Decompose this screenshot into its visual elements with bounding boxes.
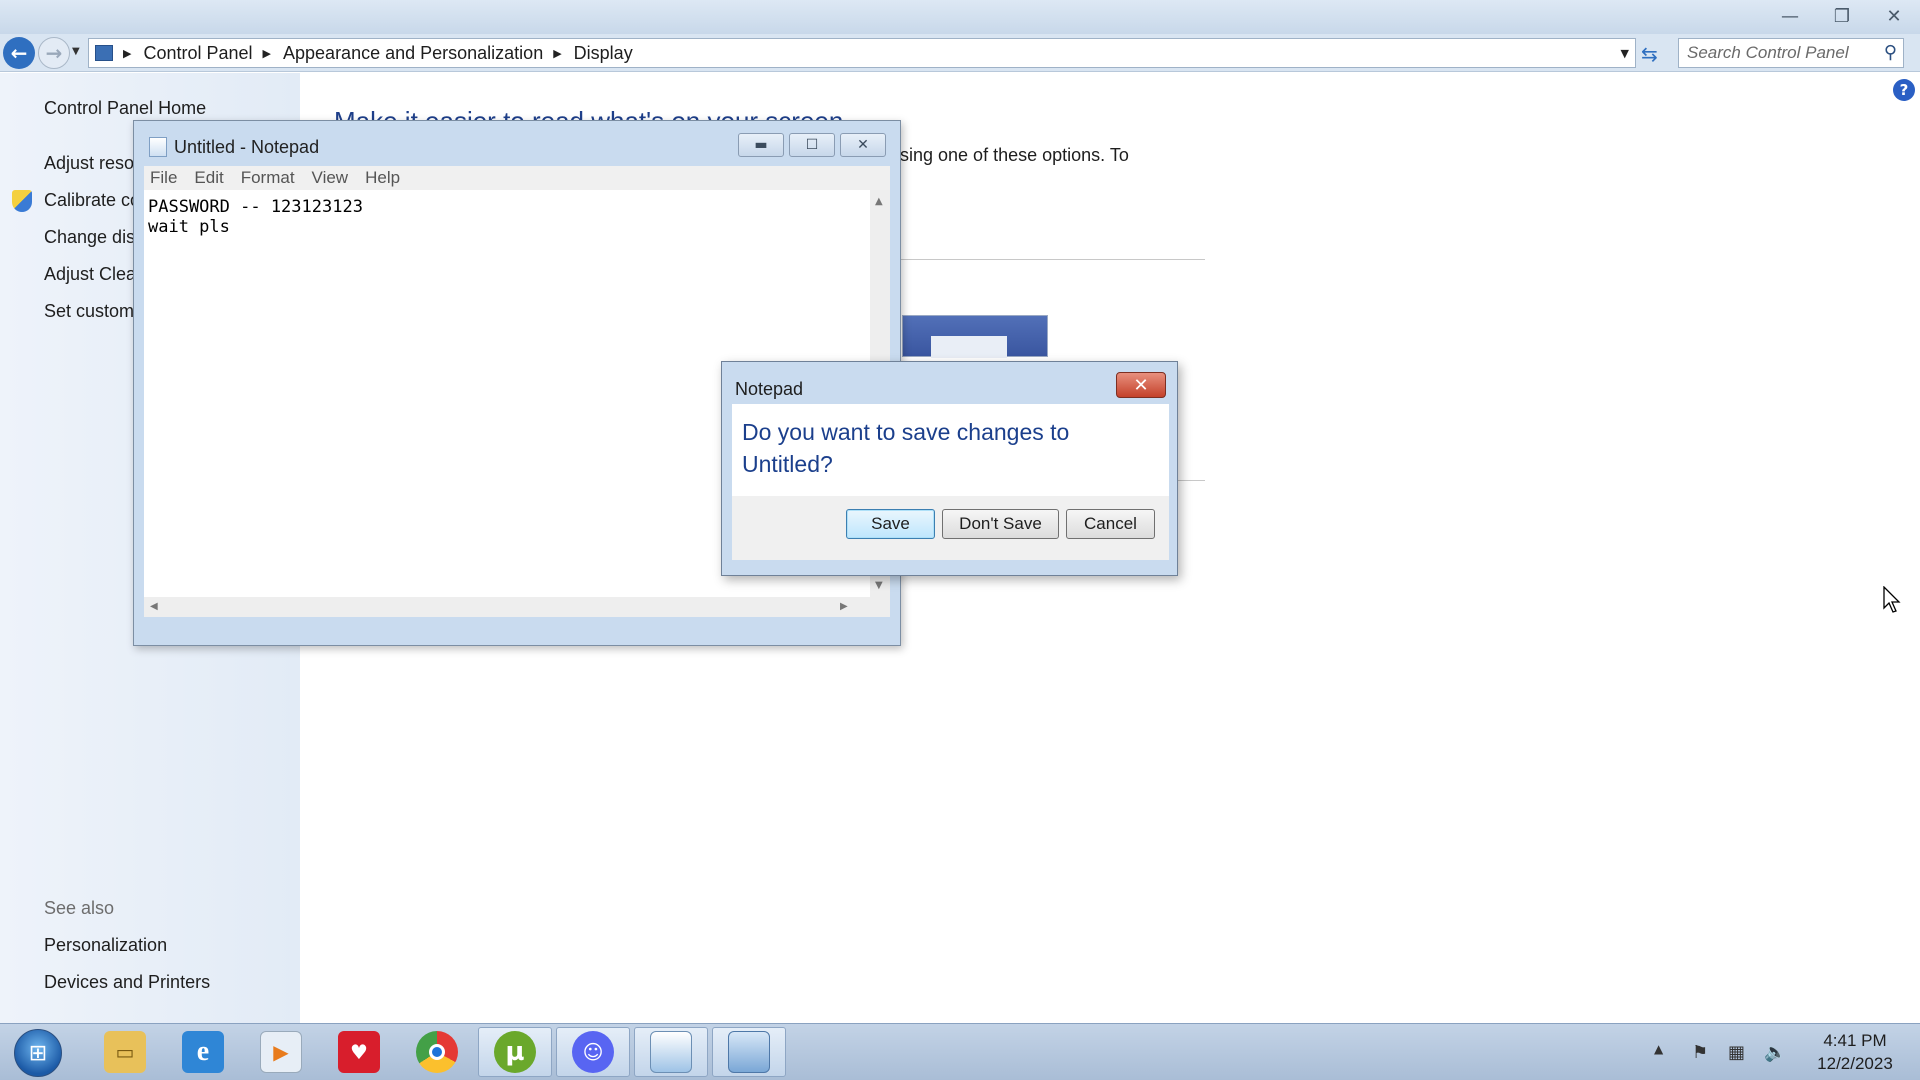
display-preview-image bbox=[902, 315, 1048, 358]
scroll-right-icon[interactable]: ▶ bbox=[840, 601, 848, 612]
save-button[interactable]: Save bbox=[846, 509, 935, 539]
taskbar-media-player[interactable]: ▶ bbox=[244, 1027, 318, 1077]
control-panel-icon bbox=[728, 1031, 770, 1073]
save-changes-dialog: Notepad ✕ Do you want to save changes to… bbox=[721, 361, 1178, 576]
taskbar-browser[interactable] bbox=[400, 1027, 474, 1077]
menu-format[interactable]: Format bbox=[241, 168, 295, 188]
search-input[interactable]: Search Control Panel ⚲ bbox=[1678, 38, 1904, 68]
horizontal-scrollbar[interactable]: ◀ ▶ bbox=[144, 597, 870, 617]
sidebar-item-set-custom-text[interactable]: Set custom bbox=[44, 301, 134, 322]
taskbar-utorrent[interactable]: µ bbox=[478, 1027, 552, 1077]
media-player-icon: ▶ bbox=[260, 1031, 302, 1073]
menu-edit[interactable]: Edit bbox=[194, 168, 223, 188]
taskbar-algida[interactable]: ♥ bbox=[322, 1027, 396, 1077]
taskbar-control-panel[interactable] bbox=[712, 1027, 786, 1077]
folder-icon: ▭ bbox=[104, 1031, 146, 1073]
utorrent-icon: µ bbox=[494, 1031, 536, 1073]
refresh-icon[interactable]: ⇆ bbox=[1641, 42, 1658, 66]
dialog-title: Notepad bbox=[735, 379, 804, 399]
preview-window bbox=[931, 336, 1007, 358]
mouse-cursor-icon bbox=[1883, 586, 1901, 613]
forward-button[interactable]: → bbox=[38, 37, 70, 69]
dialog-close-button[interactable]: ✕ bbox=[1116, 372, 1166, 398]
clock-date: 12/2/2023 bbox=[1817, 1054, 1893, 1073]
dialog-body: Do you want to save changes to Untitled? bbox=[732, 404, 1169, 496]
breadcrumb-appearance[interactable]: Appearance and Personalization bbox=[283, 43, 543, 64]
menu-view[interactable]: View bbox=[312, 168, 349, 188]
dont-save-button[interactable]: Don't Save bbox=[942, 509, 1059, 539]
minimize-button[interactable]: — bbox=[1770, 2, 1810, 30]
chevron-right-icon[interactable]: ▶ bbox=[123, 47, 131, 60]
sidebar-item-adjust-resolution[interactable]: Adjust reso bbox=[44, 153, 134, 174]
address-bar: ← → ▼ ▶ Control Panel ▶ Appearance and P… bbox=[0, 34, 1920, 72]
resize-grip[interactable] bbox=[870, 597, 890, 617]
notepad-icon bbox=[149, 137, 167, 157]
sidebar-home-link[interactable]: Control Panel Home bbox=[44, 98, 206, 119]
action-center-flag-icon[interactable]: ⚑ bbox=[1692, 1042, 1708, 1063]
control-panel-icon bbox=[95, 45, 113, 61]
notepad-close-button[interactable]: ✕ bbox=[840, 133, 886, 157]
back-button[interactable]: ← bbox=[3, 37, 35, 69]
breadcrumb-display[interactable]: Display bbox=[574, 43, 633, 64]
notepad-title: Untitled - Notepad bbox=[174, 137, 320, 157]
start-button[interactable]: ⊞ bbox=[14, 1029, 62, 1077]
notepad-icon bbox=[650, 1031, 692, 1073]
taskbar-discord[interactable]: ☺ bbox=[556, 1027, 630, 1077]
taskbar-internet-explorer[interactable]: e bbox=[166, 1027, 240, 1077]
sidebar-item-adjust-cleartype[interactable]: Adjust Clea bbox=[44, 264, 136, 285]
sidebar-item-personalization[interactable]: Personalization bbox=[44, 935, 167, 956]
control-panel-titlebar: — ❐ ✕ bbox=[0, 0, 1920, 34]
show-hidden-icons-chevron[interactable]: ▲ bbox=[1654, 1042, 1663, 1056]
help-icon[interactable]: ? bbox=[1893, 79, 1915, 101]
internet-explorer-icon: e bbox=[182, 1031, 224, 1073]
chevron-right-icon[interactable]: ▶ bbox=[553, 47, 561, 60]
see-also-heading: See also bbox=[44, 898, 115, 918]
chevron-right-icon[interactable]: ▶ bbox=[263, 47, 271, 60]
close-button[interactable]: ✕ bbox=[1874, 2, 1914, 30]
taskbar: ⊞ ▭ e ▶ ♥ µ ☺ ▲ ⚑ ▦ 🔈 4:41 PM 12/2/2023 bbox=[0, 1023, 1920, 1080]
system-clock[interactable]: 4:41 PM 12/2/2023 bbox=[1800, 1029, 1910, 1075]
algida-icon: ♥ bbox=[338, 1031, 380, 1073]
address-field[interactable]: ▶ Control Panel ▶ Appearance and Persona… bbox=[88, 38, 1636, 68]
sidebar-item-devices-printers[interactable]: Devices and Printers bbox=[44, 972, 210, 993]
description-text: sing one of these options. To bbox=[900, 145, 1129, 165]
network-icon[interactable]: ▦ bbox=[1728, 1042, 1745, 1063]
address-dropdown-icon[interactable]: ▼ bbox=[1621, 47, 1629, 60]
scroll-left-icon[interactable]: ◀ bbox=[150, 601, 158, 612]
discord-icon: ☺ bbox=[572, 1031, 614, 1073]
clock-time: 4:41 PM bbox=[1823, 1031, 1887, 1050]
menu-help[interactable]: Help bbox=[365, 168, 400, 188]
sidebar-item-change-display[interactable]: Change dis bbox=[44, 227, 135, 248]
volume-muted-icon[interactable]: 🔈 bbox=[1764, 1042, 1786, 1063]
sidebar-item-calibrate-color[interactable]: Calibrate co bbox=[44, 190, 140, 211]
chrome-like-icon bbox=[416, 1031, 458, 1073]
notepad-minimize-button[interactable]: ▬ bbox=[738, 133, 784, 157]
taskbar-notepad[interactable] bbox=[634, 1027, 708, 1077]
notepad-menubar: File Edit Format View Help bbox=[144, 166, 890, 190]
dialog-message: Do you want to save changes to Untitled? bbox=[742, 419, 1070, 477]
notepad-maximize-button[interactable]: ☐ bbox=[789, 133, 835, 157]
taskbar-file-explorer[interactable]: ▭ bbox=[88, 1027, 162, 1077]
scroll-up-icon[interactable]: ▲ bbox=[875, 196, 883, 207]
dialog-footer: Save Don't Save Cancel bbox=[732, 496, 1169, 560]
search-icon[interactable]: ⚲ bbox=[1884, 42, 1897, 63]
recent-pages-dropdown[interactable]: ▼ bbox=[72, 46, 80, 57]
menu-file[interactable]: File bbox=[150, 168, 177, 188]
cancel-button[interactable]: Cancel bbox=[1066, 509, 1155, 539]
divider bbox=[900, 259, 1205, 260]
scroll-down-icon[interactable]: ▼ bbox=[875, 580, 883, 591]
shield-icon bbox=[12, 190, 32, 212]
breadcrumb-control-panel[interactable]: Control Panel bbox=[143, 43, 252, 64]
restore-button[interactable]: ❐ bbox=[1822, 2, 1862, 30]
search-placeholder: Search Control Panel bbox=[1687, 43, 1849, 62]
